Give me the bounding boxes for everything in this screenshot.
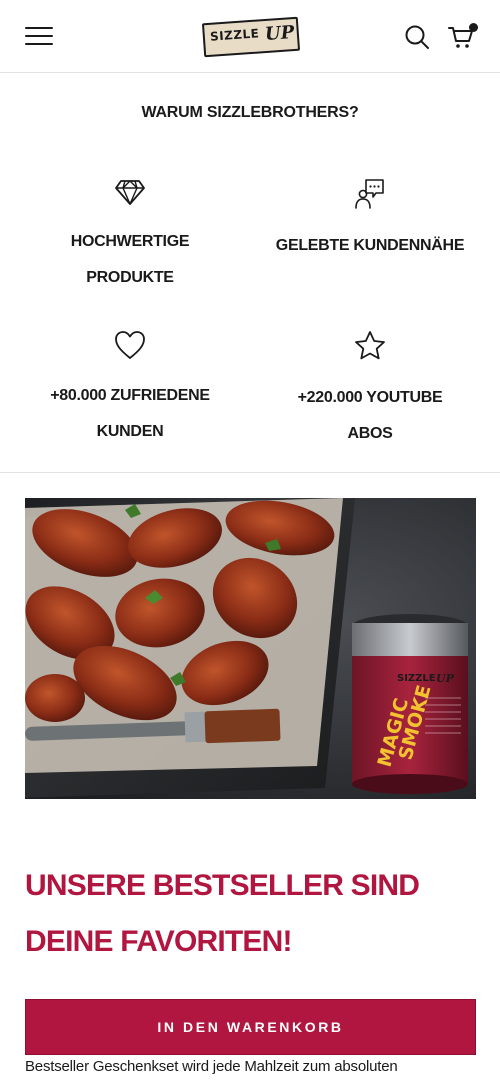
logo-script: UP	[264, 22, 295, 45]
hero-image: SIZZLE UP MAGIC SMOKE	[25, 498, 476, 799]
feature-label: +220.000 YOUTUBE ABOS	[297, 389, 443, 442]
feature-customers: +80.000 ZUFRIEDENE KUNDEN	[15, 330, 245, 450]
section-divider	[0, 472, 500, 473]
bestseller-title: UNSERE BESTSELLER SIND DEINE FAVORITEN!	[25, 869, 420, 958]
search-icon[interactable]	[404, 24, 430, 50]
star-icon	[355, 331, 385, 360]
heart-icon	[115, 331, 145, 359]
cart-badge	[469, 23, 478, 32]
feature-quality: HOCHWERTIGE PRODUKTE	[15, 178, 245, 296]
diamond-icon	[115, 180, 145, 205]
feature-label: GELEBTE KUNDENNÄHE	[275, 237, 465, 254]
hamburger-menu-icon[interactable]	[25, 24, 53, 48]
feature-label: HOCHWERTIGE PRODUKTE	[70, 233, 190, 286]
why-title: WARUM SIZZLEBROTHERS?	[141, 104, 359, 121]
bestseller-description: Bestseller Geschenkset wird jede Mahlzei…	[25, 1058, 398, 1075]
site-header: SIZZLE UP	[0, 0, 500, 73]
sizzleup-logo[interactable]: SIZZLE UP	[201, 16, 301, 58]
feature-label: +80.000 ZUFRIEDENE KUNDEN	[50, 387, 210, 440]
chat-support-icon	[355, 179, 384, 209]
feature-youtube: +220.000 YOUTUBE ABOS	[255, 330, 485, 452]
feature-customer-closeness: GELEBTE KUNDENNÄHE	[255, 178, 485, 264]
svg-text:SIZZLE: SIZZLE	[397, 673, 436, 684]
svg-text:UP: UP	[436, 672, 455, 685]
add-to-cart-button[interactable]: IN DEN WARENKORB	[25, 999, 476, 1055]
